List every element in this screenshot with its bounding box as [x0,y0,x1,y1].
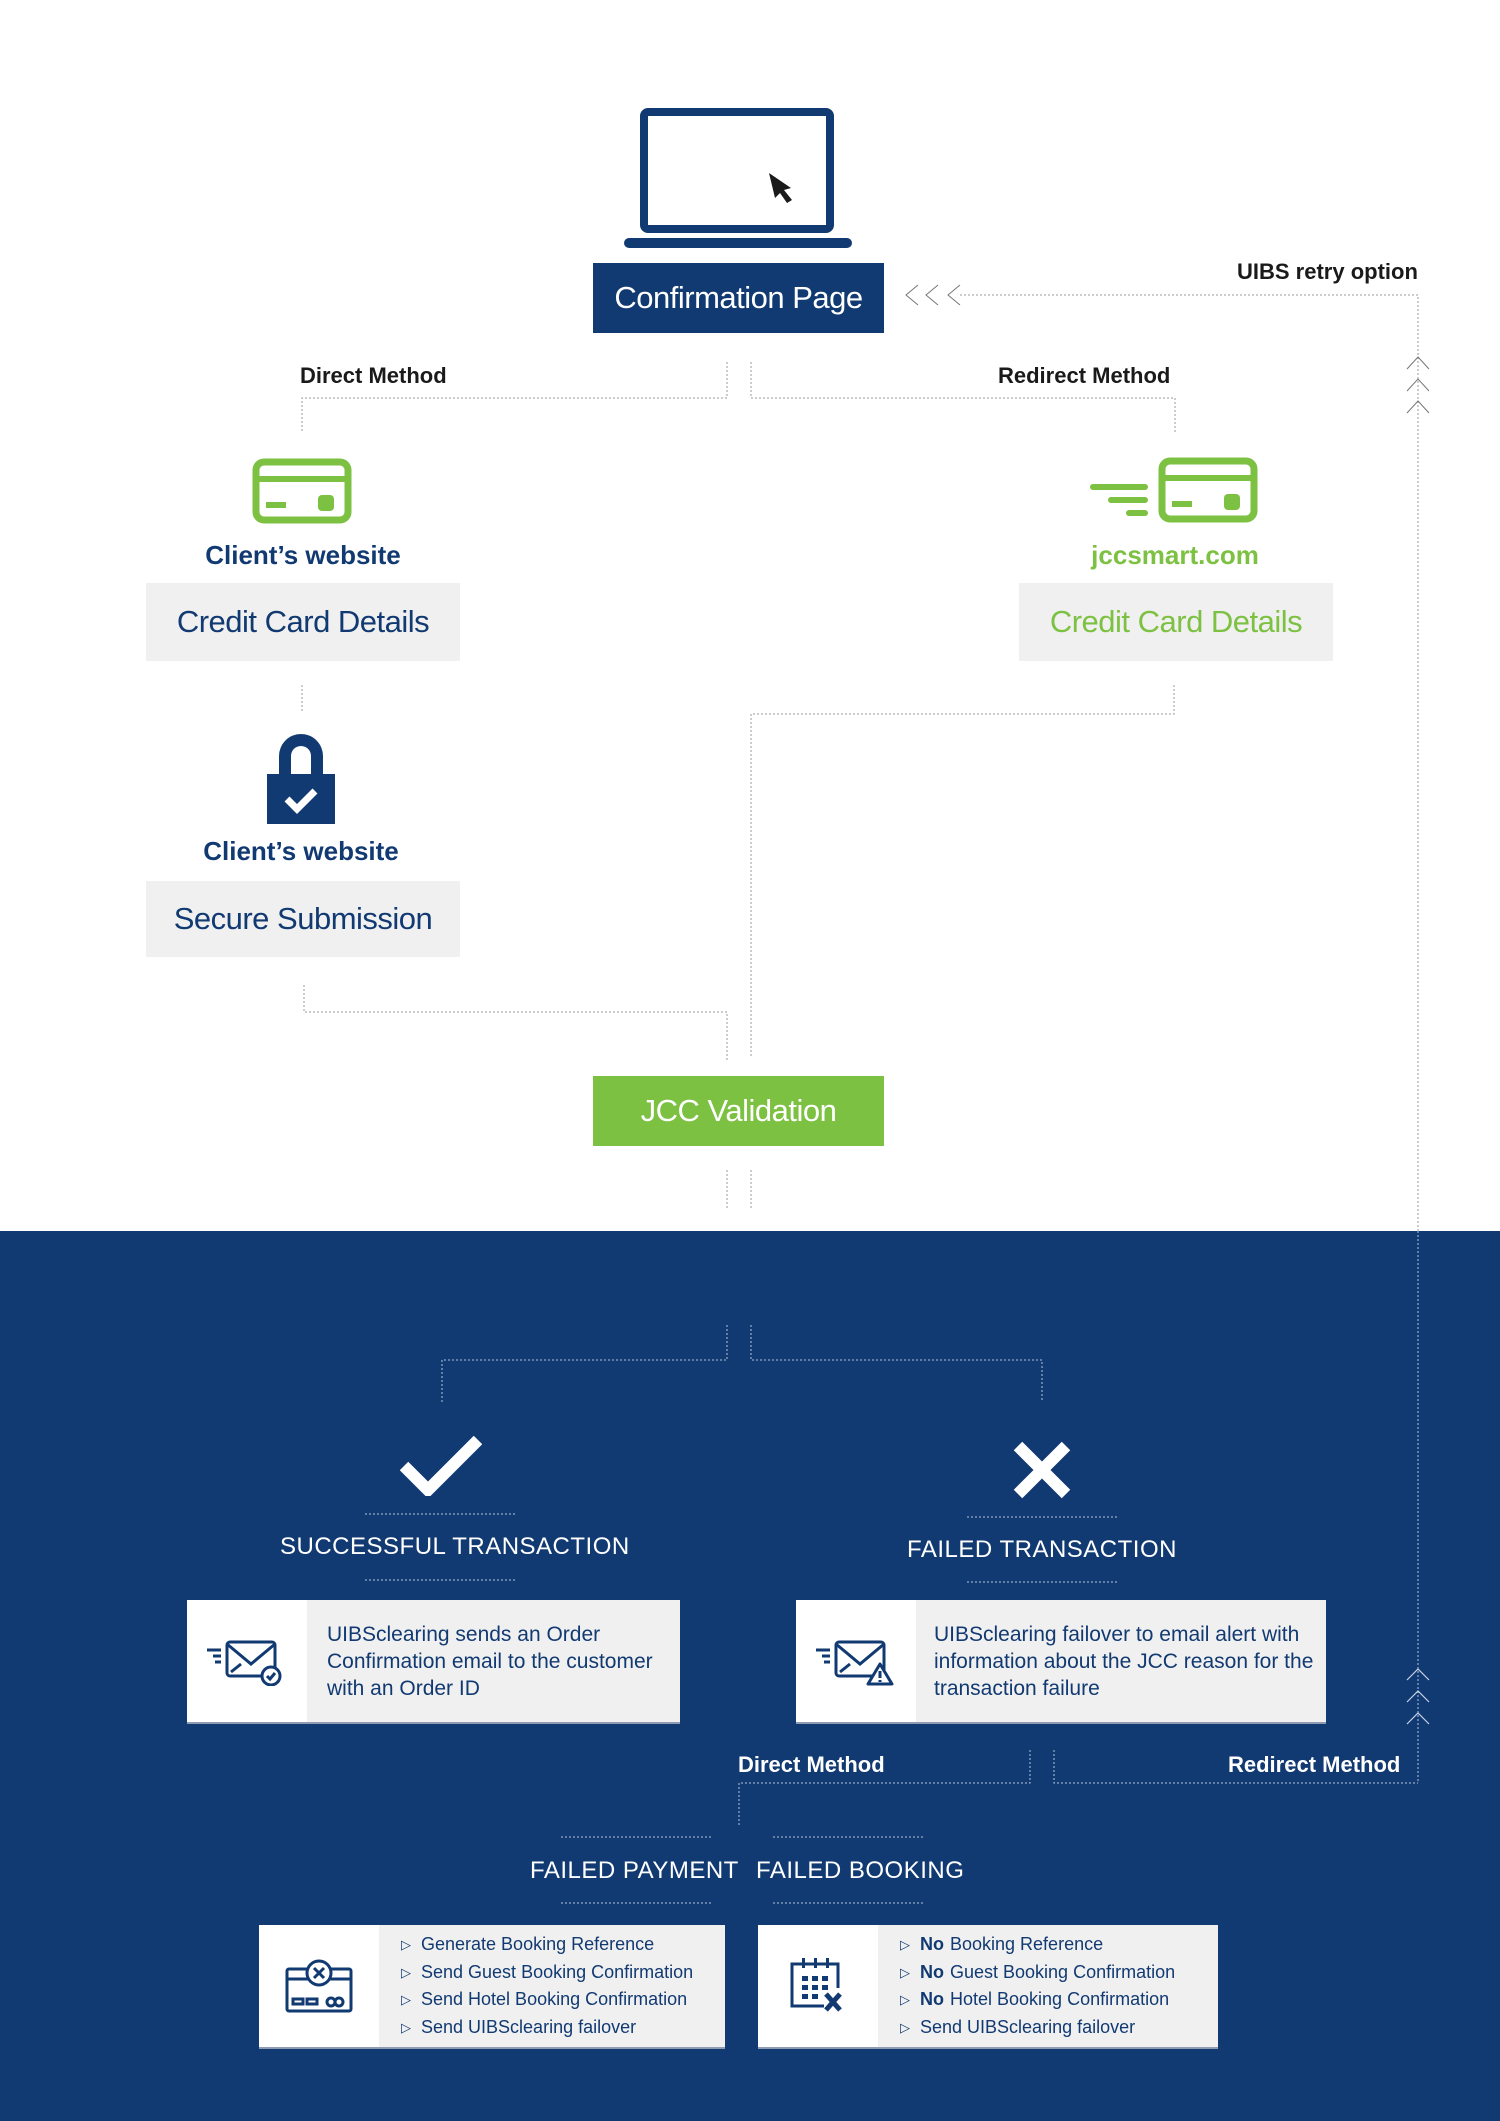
confirmation-page-label: Confirmation Page [614,280,863,315]
padlock-check-icon [267,730,335,826]
failed-booking-title: FAILED BOOKING [756,1857,965,1884]
checkmark-icon [399,1435,483,1499]
list-item: ▷ No Hotel Booking Confirmation [900,1989,1170,2009]
direct-credit-card-details-label: Credit Card Details [176,604,430,639]
success-card: UIBSclearing sends an Order Confirmation… [187,1600,680,1724]
direct-method-label: Direct Method [300,363,447,388]
retry-option-label: UIBS retry option [1237,259,1418,284]
retry-arrow-left-1 [905,284,919,306]
list-item: ▷ Send UIBSclearing failover [401,2016,637,2037]
retry-arrow-up-1 [1406,356,1430,370]
failed-payment-title: FAILED PAYMENT [530,1857,739,1884]
direct-source-label-2: Client’s website [203,836,399,866]
connector-secure-to-jcc [303,985,728,1062]
email-sent-warning-icon [796,1600,916,1722]
secure-submission-step: Secure Submission [146,881,460,957]
email-sent-check-icon [187,1600,307,1722]
failure-description: UIBSclearing failover to email alert wit… [934,1622,1314,1700]
outcome-redirect-method-label: Redirect Method [1228,1752,1401,1777]
failed-booking-list: ▷ No Booking Reference ▷ No Guest Booking Co… [900,1931,1175,2041]
list-item: ▷ No Booking Reference [900,1934,1104,1954]
retry-arrow-left-2 [925,284,939,306]
calendar-cancel-icon [758,1925,878,2047]
secure-submission-label: Secure Submission [173,901,433,936]
jcc-validation-label: JCC Validation [640,1093,837,1128]
redirect-source-label: jccsmart.com [1091,540,1259,570]
list-item: ▷ Generate Booking Reference [401,1934,655,1954]
list-item: ▷ Send UIBSclearing failover [900,2016,1136,2037]
redirect-method-label: Redirect Method [998,363,1171,388]
failed-payment-card: ▷ Generate Booking Reference ▷ Send Guest … [259,1925,725,2049]
list-item: ▷ Send Guest Booking Confirmation [401,1961,694,1982]
redirect-credit-card-details-step: Credit Card Details [1019,583,1333,661]
redirect-credit-card-details-label: Credit Card Details [1049,604,1303,639]
card-declined-icon [259,1925,379,2047]
list-item: ▷ Send Hotel Booking Confirmation [401,1989,688,2009]
success-description: UIBSclearing sends an Order Confirmation… [327,1622,653,1700]
outcome-direct-method-label: Direct Method [738,1752,885,1777]
failed-booking-card: ▷ No Booking Reference ▷ No Guest Booking Co… [758,1925,1218,2049]
failed-transaction-title: FAILED TRANSACTION [907,1536,1177,1563]
confirmation-page-step: Confirmation Page [593,263,884,333]
retry-line-top [960,294,1419,1231]
failure-card: UIBSclearing failover to email alert wit… [796,1600,1326,1724]
credit-card-icon [252,458,352,524]
failed-payment-list: ▷ Generate Booking Reference ▷ Send Guest … [401,1931,693,2041]
direct-credit-card-details-step: Credit Card Details [146,583,460,661]
direct-source-label: Client’s website [205,540,401,570]
retry-arrow-up-2 [1406,378,1430,392]
successful-transaction-title: SUCCESSFUL TRANSACTION [280,1533,630,1560]
retry-arrow-up-3 [1406,400,1430,414]
cross-icon [1012,1440,1072,1500]
fast-credit-card-icon [1090,457,1260,523]
list-item: ▷ No Guest Booking Confirmation [900,1961,1176,1982]
laptop-cursor-icon [624,108,854,250]
retry-arrow-left-3 [947,284,961,306]
connector-redirect-to-jcc [750,685,1175,1058]
jcc-validation-step: JCC Validation [593,1076,884,1146]
